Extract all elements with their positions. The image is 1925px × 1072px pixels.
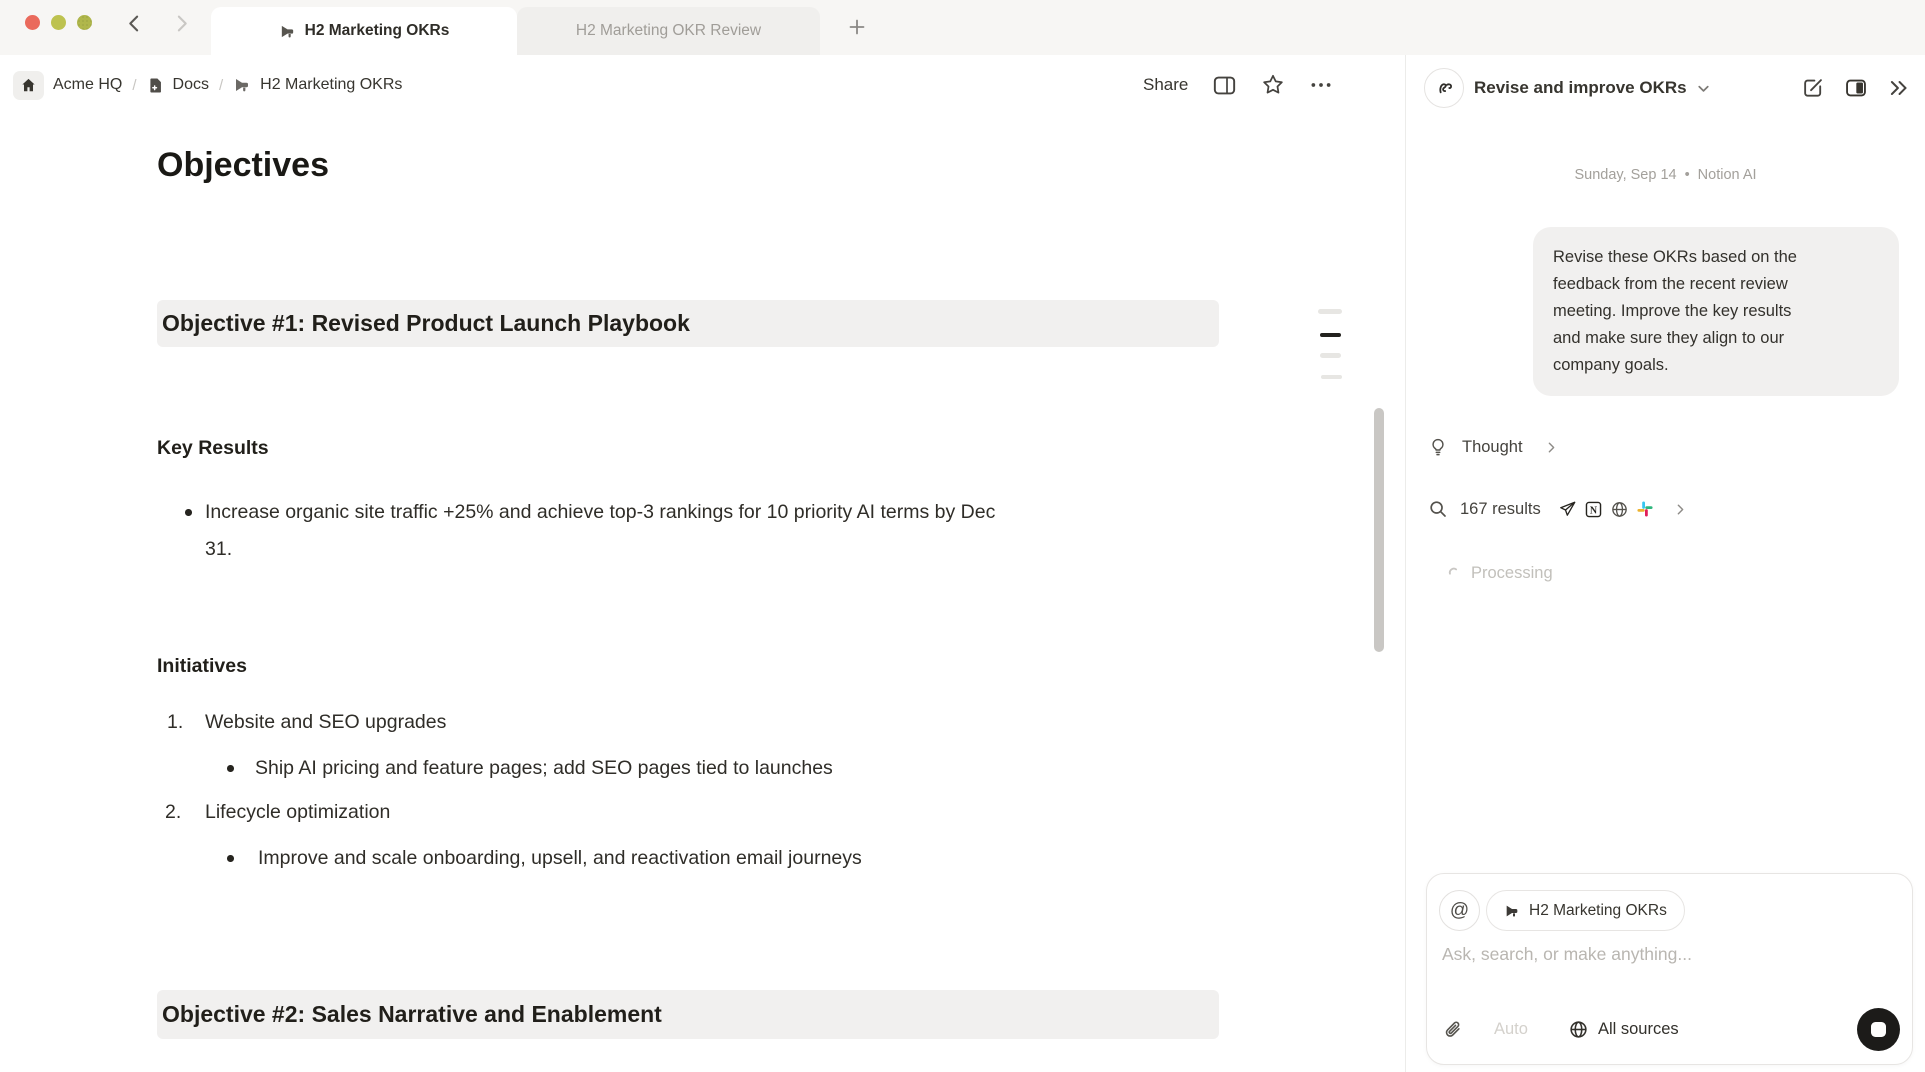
back-icon[interactable] bbox=[124, 13, 145, 34]
message-line: and make sure they align to our bbox=[1553, 325, 1879, 352]
result-source-icons: N bbox=[1558, 500, 1654, 519]
objective-1-heading-block[interactable]: Objective #1: Revised Product Launch Pla… bbox=[157, 300, 1219, 347]
page-title[interactable]: Objectives bbox=[157, 146, 329, 185]
thread-source: Notion AI bbox=[1698, 167, 1757, 183]
bullet-dot bbox=[185, 509, 192, 516]
slack-icon bbox=[1636, 500, 1654, 518]
new-thread-compose-icon[interactable] bbox=[1801, 76, 1825, 100]
home-icon bbox=[13, 71, 44, 100]
breadcrumb-label: Docs bbox=[173, 76, 209, 94]
page-scrollbar[interactable] bbox=[1374, 408, 1384, 652]
window-controls bbox=[25, 15, 92, 30]
ai-edit-indicator bbox=[1318, 309, 1342, 379]
tab-label: H2 Marketing OKRs bbox=[305, 22, 450, 40]
stop-icon bbox=[1871, 1022, 1886, 1037]
objective-2-heading: Objective #2: Sales Narrative and Enable… bbox=[162, 1001, 662, 1028]
ai-panel-header: Revise and improve OKRs bbox=[1424, 66, 1911, 110]
list-number: 1. bbox=[167, 711, 183, 734]
spinner-icon bbox=[1446, 566, 1461, 581]
meta-separator: • bbox=[1685, 167, 1690, 183]
breadcrumb-item-h2-marketing-okrs[interactable]: H2 Marketing OKRs bbox=[233, 76, 402, 94]
tab-h2-marketing-okrs[interactable]: H2 Marketing OKRs bbox=[211, 7, 517, 55]
thought-label: Thought bbox=[1462, 438, 1523, 457]
all-sources-label: All sources bbox=[1598, 1020, 1679, 1039]
context-chip-label: H2 Marketing OKRs bbox=[1529, 902, 1667, 920]
message-line: company goals. bbox=[1553, 352, 1879, 379]
more-options-icon[interactable] bbox=[1309, 73, 1333, 97]
tab-label: H2 Marketing OKR Review bbox=[576, 22, 761, 40]
breadcrumb-separator: / bbox=[219, 77, 223, 94]
initiatives-heading[interactable]: Initiatives bbox=[157, 655, 247, 678]
tab-h2-marketing-okr-review[interactable]: H2 Marketing OKR Review bbox=[517, 7, 820, 55]
attachment-paperclip-icon[interactable] bbox=[1442, 1019, 1464, 1041]
breadcrumb-label: H2 Marketing OKRs bbox=[260, 76, 402, 94]
key-results-bullet[interactable]: Increase organic site traffic +25% and a… bbox=[205, 494, 1025, 568]
globe-icon bbox=[1610, 500, 1629, 519]
initiative-item[interactable]: Lifecycle optimization bbox=[205, 801, 390, 824]
ai-thread-title[interactable]: Revise and improve OKRs bbox=[1474, 78, 1687, 98]
breadcrumb-separator: / bbox=[132, 77, 136, 94]
share-button[interactable]: Share bbox=[1143, 75, 1188, 95]
initiative-detail[interactable]: Improve and scale onboarding, upsell, an… bbox=[258, 847, 862, 870]
lightbulb-icon bbox=[1428, 437, 1448, 457]
new-tab-button[interactable] bbox=[843, 13, 871, 41]
user-message-bubble: Revise these OKRs based on the feedback … bbox=[1533, 227, 1899, 396]
notion-icon: N bbox=[1584, 500, 1603, 519]
send-icon bbox=[1558, 500, 1577, 519]
notion-ai-face-icon bbox=[1424, 68, 1464, 108]
svg-text:N: N bbox=[1590, 505, 1598, 516]
chevron-right-icon bbox=[1543, 439, 1560, 456]
initiative-item[interactable]: Website and SEO upgrades bbox=[205, 711, 446, 734]
initiative-detail[interactable]: Ship AI pricing and feature pages; add S… bbox=[255, 757, 833, 780]
ai-composer: @ H2 Marketing OKRs Ask, search, or make… bbox=[1426, 873, 1913, 1065]
thread-meta: Sunday, Sep 14 • Notion AI bbox=[1406, 167, 1925, 183]
collapse-panel-icon[interactable] bbox=[1887, 76, 1911, 100]
favorite-star-icon[interactable] bbox=[1261, 73, 1285, 97]
processing-row: Processing bbox=[1446, 564, 1553, 583]
auto-mode-button[interactable]: Auto bbox=[1494, 1020, 1528, 1039]
breadcrumb-item-acme-hq[interactable]: Acme HQ bbox=[13, 71, 122, 100]
bullet-dot bbox=[227, 855, 234, 862]
objective-1-heading: Objective #1: Revised Product Launch Pla… bbox=[162, 310, 690, 337]
minimize-window-button[interactable] bbox=[51, 15, 66, 30]
all-sources-button[interactable]: All sources bbox=[1568, 1019, 1679, 1040]
megaphone-icon bbox=[233, 76, 251, 94]
notion-window: H2 Marketing OKRs H2 Marketing OKR Revie… bbox=[0, 0, 1925, 1072]
notion-ai-panel: Revise and improve OKRs Sunday, Sep 14 •… bbox=[1405, 55, 1925, 1072]
mention-button[interactable]: @ bbox=[1439, 890, 1480, 931]
list-number: 2. bbox=[165, 801, 181, 824]
titlebar: H2 Marketing OKRs H2 Marketing OKR Revie… bbox=[0, 0, 1925, 55]
chevron-right-icon bbox=[1672, 501, 1689, 518]
search-icon bbox=[1428, 499, 1448, 519]
composer-input[interactable]: Ask, search, or make anything... bbox=[1442, 944, 1692, 965]
processing-label: Processing bbox=[1471, 564, 1553, 583]
context-chip[interactable]: H2 Marketing OKRs bbox=[1486, 890, 1685, 931]
search-results-row[interactable]: 167 results N bbox=[1428, 499, 1689, 519]
document-plus-icon bbox=[147, 77, 164, 94]
chevron-down-icon[interactable] bbox=[1694, 79, 1713, 98]
thought-row[interactable]: Thought bbox=[1428, 437, 1560, 457]
objective-2-heading-block[interactable]: Objective #2: Sales Narrative and Enable… bbox=[157, 990, 1219, 1039]
results-label: 167 results bbox=[1460, 500, 1541, 519]
message-line: Revise these OKRs based on the bbox=[1553, 244, 1879, 271]
key-results-heading[interactable]: Key Results bbox=[157, 437, 269, 460]
megaphone-icon bbox=[1504, 903, 1520, 919]
globe-icon bbox=[1568, 1019, 1589, 1040]
side-peek-icon[interactable] bbox=[1212, 73, 1237, 98]
breadcrumb-item-docs[interactable]: Docs bbox=[147, 76, 209, 94]
stop-generation-button[interactable] bbox=[1857, 1008, 1900, 1051]
megaphone-icon bbox=[279, 23, 296, 40]
forward-icon[interactable] bbox=[171, 13, 192, 34]
zoom-window-button[interactable] bbox=[77, 15, 92, 30]
bullet-dot bbox=[227, 765, 234, 772]
message-line: meeting. Improve the key results bbox=[1553, 298, 1879, 325]
breadcrumb-label: Acme HQ bbox=[53, 76, 122, 94]
thread-date: Sunday, Sep 14 bbox=[1574, 167, 1676, 183]
breadcrumb: Acme HQ / Docs / H2 Marketing OKRs bbox=[13, 71, 402, 100]
composer-toolbar: Auto All sources bbox=[1442, 1008, 1900, 1051]
message-line: feedback from the recent review bbox=[1553, 271, 1879, 298]
header-actions: Share bbox=[1143, 55, 1333, 115]
panel-layout-toggle-icon[interactable] bbox=[1844, 76, 1868, 100]
close-window-button[interactable] bbox=[25, 15, 40, 30]
